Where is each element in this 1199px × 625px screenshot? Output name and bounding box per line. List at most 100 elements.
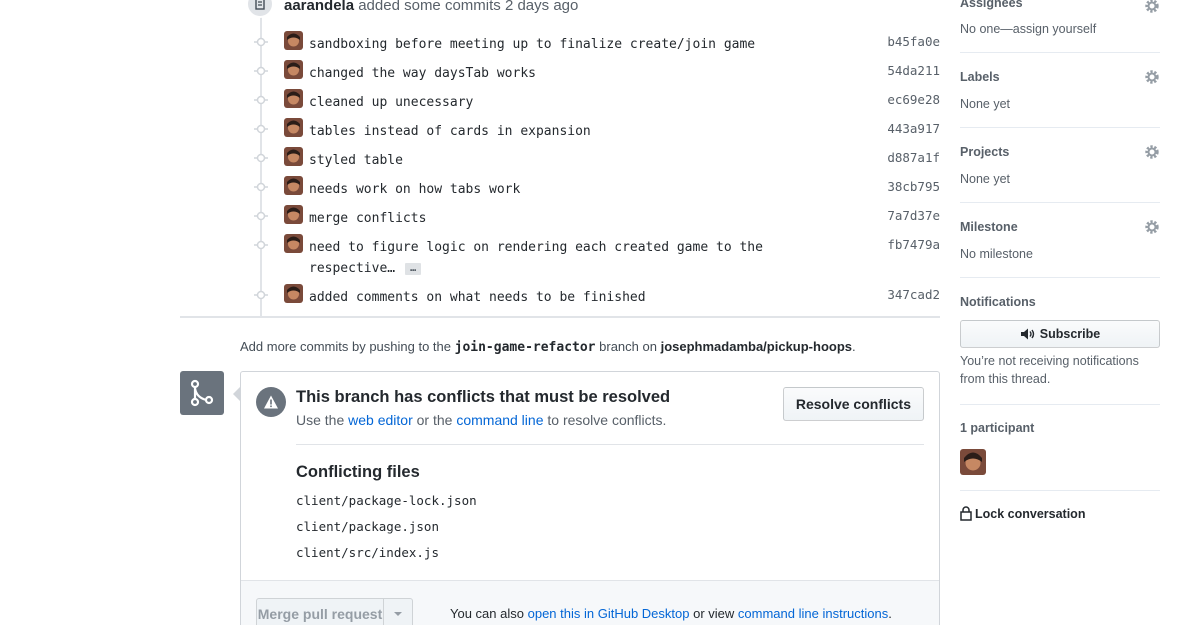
subscribe-button[interactable]: Subscribe <box>960 320 1160 348</box>
commit-sha[interactable]: 443a917 <box>887 121 940 136</box>
labels-heading[interactable]: Labels <box>960 70 1000 84</box>
alert-icon <box>256 387 286 417</box>
command-line-link[interactable]: command line <box>456 412 543 428</box>
commit-sha[interactable]: fb7479a <box>887 237 940 252</box>
commit-dot-icon <box>254 37 268 47</box>
commit-dot-icon <box>254 211 268 221</box>
commit-dot-icon <box>254 153 268 163</box>
merge-footer: Merge pull request You can also open thi… <box>241 580 939 625</box>
avatar[interactable] <box>284 89 303 108</box>
commit-dot-icon <box>254 95 268 105</box>
commit-row: need to figure logic on rendering each c… <box>180 232 940 277</box>
merge-pull-request-button[interactable]: Merge pull request <box>256 598 384 625</box>
lock-icon <box>960 506 972 521</box>
commit-sha[interactable]: ec69e28 <box>887 92 940 107</box>
commit-message[interactable]: cleaned up unecessary <box>309 92 473 113</box>
gear-icon[interactable] <box>1144 144 1160 160</box>
commit-message[interactable]: changed the way daysTab works <box>309 63 536 84</box>
footer-prefix: You can also <box>450 606 524 621</box>
milestone-heading[interactable]: Milestone <box>960 220 1018 234</box>
avatar[interactable] <box>284 60 303 79</box>
subscribe-label: Subscribe <box>1039 327 1101 341</box>
footer-middle: or view <box>693 606 735 621</box>
commit-row: needs work on how tabs work 38cb795 <box>180 174 940 198</box>
conflict-sub-suffix: to resolve conflicts. <box>547 412 667 428</box>
avatar[interactable] <box>284 205 303 224</box>
push-note: Add more commits by pushing to the join-… <box>240 339 856 355</box>
participants-heading: 1 participant <box>960 421 1035 435</box>
push-note-middle: branch on <box>599 339 657 354</box>
divider <box>296 444 924 445</box>
participant-avatar[interactable] <box>960 449 986 475</box>
branch-name: join-game-refactor <box>454 340 596 355</box>
conflicting-files-title: Conflicting files <box>296 463 420 481</box>
web-editor-link[interactable]: web editor <box>348 412 413 428</box>
resolve-conflicts-button[interactable]: Resolve conflicts <box>782 387 924 421</box>
merge-options-dropdown[interactable] <box>383 598 413 625</box>
commit-sha[interactable]: 54da211 <box>887 63 940 78</box>
avatar[interactable] <box>284 31 303 50</box>
git-merge-icon <box>180 371 224 415</box>
merge-status-box: This branch has conflicts that must be r… <box>233 371 940 625</box>
merge-footer-text: You can also open this in GitHub Desktop… <box>450 606 892 621</box>
commit-sha[interactable]: 347cad2 <box>887 287 940 302</box>
commit-dot-icon <box>254 290 268 300</box>
conflicting-file: client/package-lock.json <box>296 493 477 508</box>
expand-message-button[interactable]: … <box>405 262 422 275</box>
sidebar-section-projects: Projects None yet <box>960 128 1160 203</box>
commit-sha[interactable]: 7a7d37e <box>887 208 940 223</box>
conflict-title: This branch has conflicts that must be r… <box>296 388 671 406</box>
event-action: added some commits <box>358 0 501 14</box>
avatar[interactable] <box>284 176 303 195</box>
commit-message-cont[interactable]: respective… <box>309 261 395 276</box>
notifications-note: You’re not receiving notifications from … <box>960 354 1139 386</box>
conflict-sub-middle: or the <box>416 412 453 428</box>
commit-sha[interactable]: 38cb795 <box>887 179 940 194</box>
repo-name[interactable]: josephmadamba/pickup-hoops <box>661 339 852 354</box>
commit-message[interactable]: need to figure logic on rendering each c… <box>309 237 763 258</box>
open-github-desktop-link[interactable]: open this in GitHub Desktop <box>528 606 690 621</box>
avatar[interactable] <box>284 147 303 166</box>
avatar[interactable] <box>284 284 303 303</box>
command-line-instructions-link[interactable]: command line instructions <box>738 606 888 621</box>
conflict-sub-prefix: Use the <box>296 412 345 428</box>
commit-sha[interactable]: b45fa0e <box>887 34 940 49</box>
gear-icon[interactable] <box>1144 69 1160 85</box>
push-event-icon <box>246 0 274 18</box>
avatar[interactable] <box>284 234 303 253</box>
commit-sha[interactable]: d887a1f <box>887 150 940 165</box>
commit-timeline: aarandela added some commits 2 days ago … <box>180 0 940 318</box>
gear-icon[interactable] <box>1144 219 1160 235</box>
timeline-divider <box>180 316 940 318</box>
projects-heading[interactable]: Projects <box>960 145 1009 159</box>
commit-row: added comments on what needs to be finis… <box>180 282 940 306</box>
milestone-value: No milestone <box>960 247 1033 261</box>
event-time[interactable]: 2 days ago <box>505 0 578 14</box>
commit-message[interactable]: merge conflicts <box>309 208 426 229</box>
commit-dot-icon <box>254 240 268 250</box>
commit-row: changed the way daysTab works 54da211 <box>180 58 940 82</box>
avatar[interactable] <box>284 118 303 137</box>
commit-message[interactable]: added comments on what needs to be finis… <box>309 287 646 308</box>
conflict-subtitle: Use the web editor or the command line t… <box>296 412 666 428</box>
lock-conversation-label: Lock conversation <box>975 506 1086 521</box>
sidebar-section-assignees: Assignees No one—assign yourself <box>960 0 1160 53</box>
commit-dot-icon <box>254 66 268 76</box>
event-header: aarandela added some commits 2 days ago <box>284 0 578 14</box>
commit-row: sandboxing before meeting up to finalize… <box>180 29 940 53</box>
sidebar-section-milestone: Milestone No milestone <box>960 203 1160 278</box>
commit-message[interactable]: needs work on how tabs work <box>309 179 520 200</box>
assignees-heading[interactable]: Assignees <box>960 0 1023 10</box>
commit-message[interactable]: tables instead of cards in expansion <box>309 121 591 142</box>
commit-row: cleaned up unecessary ec69e28 <box>180 87 940 111</box>
commit-dot-icon <box>254 124 268 134</box>
commit-row: tables instead of cards in expansion 443… <box>180 116 940 140</box>
commit-message[interactable]: styled table <box>309 150 403 171</box>
chevron-down-icon <box>394 612 402 616</box>
conflicting-file: client/src/index.js <box>296 545 439 560</box>
commit-message[interactable]: sandboxing before meeting up to finalize… <box>309 34 755 55</box>
lock-conversation-link[interactable]: Lock conversation <box>960 506 1085 521</box>
event-author[interactable]: aarandela <box>284 0 354 14</box>
assignees-value[interactable]: No one—assign yourself <box>960 22 1096 36</box>
gear-icon[interactable] <box>1144 0 1160 14</box>
